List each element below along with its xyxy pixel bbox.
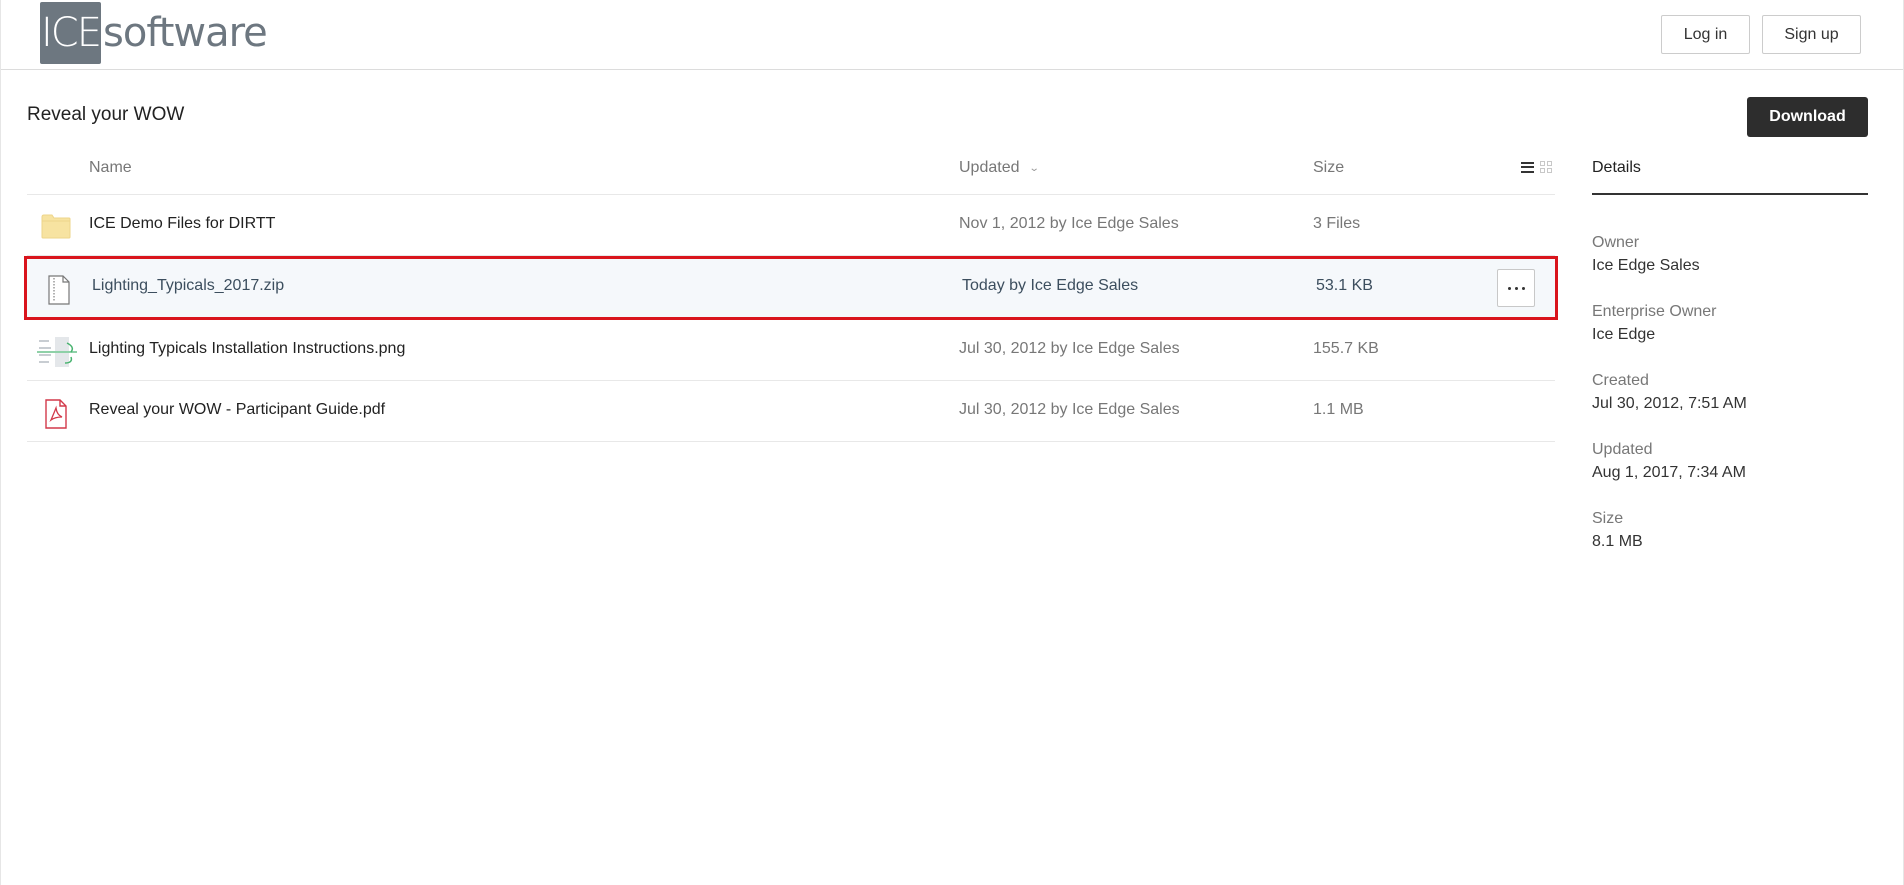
top-header: ICE software Log in Sign up (1, 0, 1903, 70)
file-name[interactable]: ICE Demo Files for DIRTT (89, 215, 275, 233)
page-title: Reveal your WOW (27, 104, 185, 125)
tab-details[interactable]: Details (1592, 145, 1868, 195)
column-header-size[interactable]: Size (1313, 159, 1344, 177)
detail-value: Aug 1, 2017, 7:34 AM (1592, 464, 1746, 481)
folder-icon (41, 213, 71, 241)
more-options-icon (1507, 286, 1511, 290)
download-button[interactable]: Download (1747, 97, 1868, 137)
file-name[interactable]: Lighting Typicals Installation Instructi… (89, 340, 405, 358)
detail-value: Jul 30, 2012, 7:51 AM (1592, 395, 1747, 412)
more-options-button[interactable] (1497, 269, 1535, 307)
ice-software-logo[interactable]: ICE software (40, 2, 268, 64)
detail-label: Owner (1592, 234, 1640, 251)
signup-button[interactable]: Sign up (1762, 15, 1861, 54)
list-view-icon[interactable] (1521, 161, 1534, 173)
list-item[interactable]: Reveal your WOW - Participant Guide.pdf … (27, 381, 1555, 442)
column-header-updated-label: Updated (959, 159, 1020, 176)
column-header-updated[interactable]: Updated ⌄ (959, 159, 1040, 177)
file-size: 53.1 KB (1316, 277, 1373, 294)
logo-text: software (103, 10, 268, 56)
detail-label: Enterprise Owner (1592, 303, 1717, 320)
login-button[interactable]: Log in (1661, 15, 1750, 54)
zip-file-icon (44, 275, 74, 305)
file-updated: Jul 30, 2012 by Ice Edge Sales (959, 340, 1180, 357)
detail-label: Size (1592, 510, 1624, 527)
list-item[interactable]: ICE Demo Files for DIRTT Nov 1, 2012 by … (27, 195, 1555, 256)
detail-value: Ice Edge Sales (1592, 257, 1700, 274)
detail-label: Updated (1592, 441, 1653, 458)
detail-size: Size 8.1 MB (1592, 508, 1868, 554)
pdf-file-icon (41, 399, 71, 429)
column-header-name[interactable]: Name (89, 159, 132, 177)
file-list: Name Updated ⌄ Size ICE Demo Files for D… (24, 145, 1558, 442)
detail-created: Created Jul 30, 2012, 7:51 AM (1592, 370, 1868, 416)
file-updated: Jul 30, 2012 by Ice Edge Sales (959, 401, 1180, 418)
detail-updated: Updated Aug 1, 2017, 7:34 AM (1592, 439, 1868, 485)
detail-owner: Owner Ice Edge Sales (1592, 232, 1868, 278)
list-item[interactable]: Lighting Typicals Installation Instructi… (27, 320, 1555, 381)
details-body: Owner Ice Edge Sales Enterprise Owner Ic… (1592, 195, 1868, 554)
file-size: 1.1 MB (1313, 401, 1364, 418)
file-name[interactable]: Reveal your WOW - Participant Guide.pdf (89, 401, 385, 419)
list-header: Name Updated ⌄ Size (27, 145, 1555, 195)
file-size: 155.7 KB (1313, 340, 1379, 357)
chevron-down-icon: ⌄ (1028, 162, 1040, 174)
grid-view-icon[interactable] (1540, 161, 1552, 173)
details-panel: Details Owner Ice Edge Sales Enterprise … (1592, 145, 1868, 577)
file-updated: Today by Ice Edge Sales (962, 277, 1139, 294)
image-thumbnail-icon (37, 335, 77, 369)
file-name[interactable]: Lighting_Typicals_2017.zip (92, 277, 284, 295)
detail-value: Ice Edge (1592, 326, 1656, 343)
list-item-selected[interactable]: Lighting_Typicals_2017.zip Today by Ice … (24, 256, 1558, 320)
file-size: 3 Files (1313, 215, 1361, 232)
detail-enterprise-owner: Enterprise Owner Ice Edge (1592, 301, 1868, 347)
logo-box: ICE (40, 2, 102, 64)
detail-value: 8.1 MB (1592, 533, 1643, 550)
file-updated: Nov 1, 2012 by Ice Edge Sales (959, 215, 1179, 232)
view-toggle (1521, 161, 1552, 173)
detail-label: Created (1592, 372, 1649, 389)
page: ICE software Log in Sign up Reveal your … (0, 0, 1904, 885)
